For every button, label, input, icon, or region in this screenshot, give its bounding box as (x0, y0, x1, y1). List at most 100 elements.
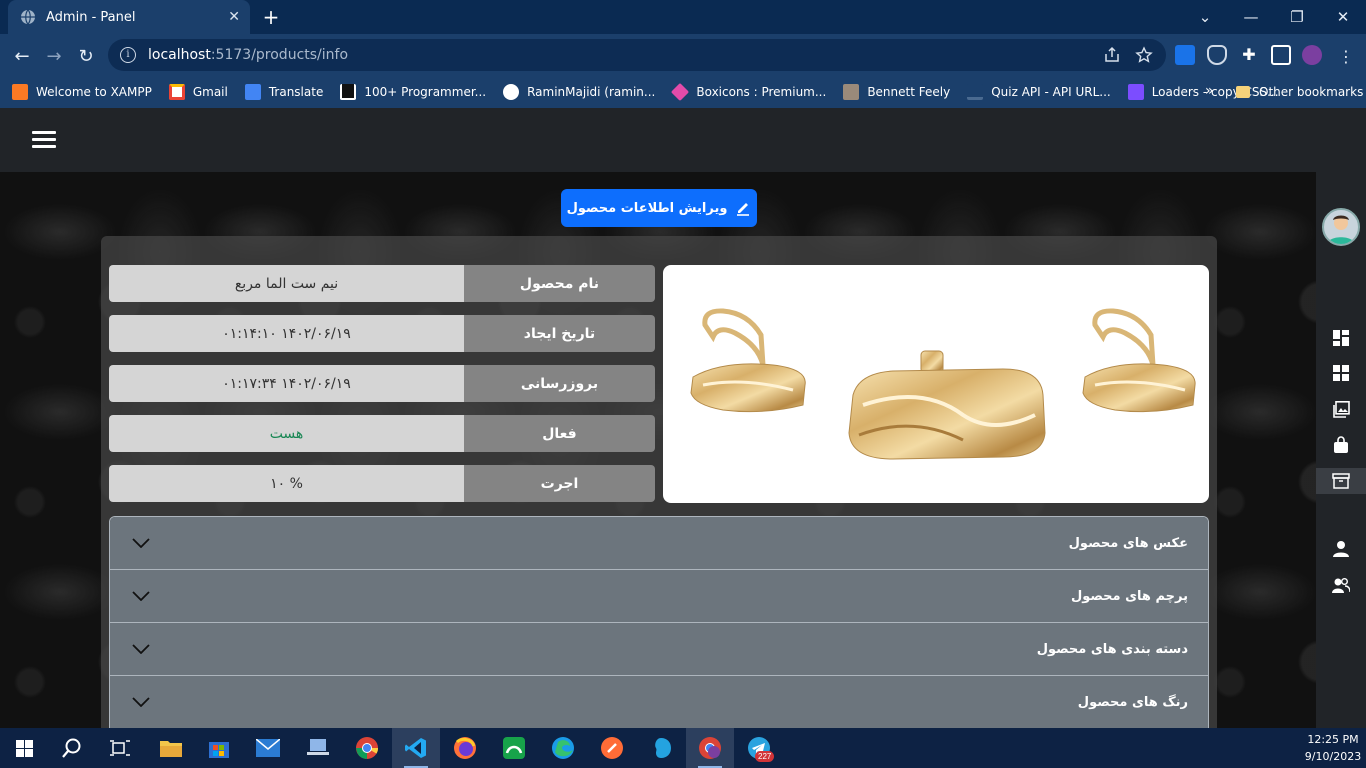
accordion-item-categories[interactable]: دسته بندی های محصول (110, 623, 1208, 676)
hamburger-menu-icon[interactable] (32, 131, 56, 149)
close-window-button[interactable]: ✕ (1320, 0, 1366, 34)
close-tab-icon[interactable]: ✕ (228, 9, 240, 25)
bookmark-star-icon[interactable] (1135, 46, 1153, 64)
reload-button[interactable]: ↻ (72, 42, 100, 70)
loaders-icon (1127, 84, 1144, 100)
chrome-icon[interactable] (343, 728, 391, 768)
dashboard-icon[interactable] (1316, 325, 1366, 351)
bookmark-item[interactable]: Boxicons : Premium... (671, 82, 826, 102)
windows-start-icon[interactable] (0, 728, 48, 768)
product-name-row: نیم ست الما مربع نام محصول (109, 265, 655, 302)
profile-avatar[interactable] (1302, 45, 1322, 65)
folder-icon (1236, 86, 1250, 98)
url-host: localhost (148, 47, 211, 63)
chevron-down-icon (132, 644, 150, 654)
microsoft-store-icon[interactable] (195, 728, 243, 768)
extensions-puzzle-icon[interactable]: ✚ (1239, 45, 1259, 65)
bookmark-item[interactable]: Welcome to XAMPP (12, 84, 152, 100)
user-icon[interactable] (1316, 535, 1366, 561)
updated-date-row: ۱۴۰۲/۰۶/۱۹ ۰۱:۱۷:۳۴ بروزرسانی (109, 365, 655, 402)
accordion-item-flags[interactable]: پرچم های محصول (110, 570, 1208, 623)
connect-device-icon[interactable] (294, 728, 342, 768)
products-archive-icon[interactable] (1316, 468, 1366, 494)
translate-icon (244, 84, 261, 100)
updated-date-label: بروزرسانی (464, 365, 655, 402)
tab-search-icon[interactable]: ⌄ (1182, 0, 1228, 34)
telegram-unread-badge: 227 (755, 751, 775, 762)
chevron-down-icon (132, 591, 150, 601)
active-status-value: هست (109, 415, 464, 452)
bookmark-item[interactable]: Translate (244, 84, 323, 100)
shield-extension-icon[interactable] (1207, 45, 1227, 65)
quizapi-icon (967, 84, 984, 100)
site-info-icon[interactable]: i (120, 47, 136, 63)
wage-row: % ۱۰ اجرت (109, 465, 655, 502)
product-name-value: نیم ست الما مربع (109, 265, 464, 302)
avatar-person-icon (1327, 215, 1355, 244)
url-path: :5173/products/info (210, 47, 349, 63)
active-status-label: فعال (464, 415, 655, 452)
mail-icon[interactable] (244, 728, 292, 768)
images-gallery-icon[interactable] (1316, 396, 1366, 422)
product-accordion: عکس های محصول پرچم های محصول دسته بندی ه… (109, 516, 1209, 728)
users-group-icon[interactable] (1316, 572, 1366, 598)
system-clock[interactable]: 12:25 PM 9/10/2023 (1300, 729, 1366, 767)
chevron-down-icon (132, 538, 150, 548)
pencil-edit-icon (737, 203, 750, 216)
chrome-menu-icon[interactable]: ⋮ (1332, 42, 1360, 70)
created-date-row: ۱۴۰۲/۰۶/۱۹ ۰۱:۱۴:۱۰ تاریخ ایجاد (109, 315, 655, 352)
shopping-bag-icon[interactable] (1316, 432, 1366, 458)
clock-time: 12:25 PM (1307, 733, 1359, 746)
user-avatar[interactable] (1322, 208, 1360, 246)
tab-title: Admin - Panel (46, 9, 136, 25)
forward-button[interactable]: → (40, 42, 68, 70)
programmer-icon (340, 84, 357, 100)
url-input[interactable]: i localhost:5173/products/info (108, 39, 1166, 71)
gitkraken-icon[interactable] (490, 728, 538, 768)
firefox-icon[interactable] (441, 728, 489, 768)
browser-tab-strip: Admin - Panel ✕ + ⌄ — ❐ ✕ (0, 0, 1366, 34)
minimize-button[interactable]: — (1228, 0, 1274, 34)
share-icon[interactable] (1103, 46, 1121, 64)
task-view-icon[interactable] (96, 728, 144, 768)
accordion-item-photos[interactable]: عکس های محصول (110, 517, 1208, 570)
new-tab-button[interactable]: + (258, 4, 284, 30)
gold-jewelry-set-image (690, 308, 1196, 460)
back-button[interactable]: ← (8, 42, 36, 70)
edit-product-button[interactable]: ویرایش اطلاعات محصول (561, 189, 757, 227)
bookmark-item[interactable]: 100+ Programmer... (340, 84, 486, 100)
file-explorer-icon[interactable] (147, 728, 195, 768)
address-toolbar: ← → ↻ i localhost:5173/products/info ✚ ⋮ (0, 34, 1366, 76)
translate-extension-icon[interactable] (1175, 45, 1195, 65)
chrome-active-icon[interactable] (686, 728, 734, 768)
vscode-icon[interactable] (392, 728, 440, 768)
bookmarks-bar: Welcome to XAMPP Gmail Translate 100+ Pr… (0, 76, 1366, 108)
telegram-icon[interactable]: 227 (735, 728, 783, 768)
side-panel-icon[interactable] (1271, 45, 1291, 65)
active-status-row: هست فعال (109, 415, 655, 452)
restore-button[interactable]: ❐ (1274, 0, 1320, 34)
categories-grid-icon[interactable] (1316, 360, 1366, 386)
updated-date-value: ۱۴۰۲/۰۶/۱۹ ۰۱:۱۷:۳۴ (109, 365, 464, 402)
bookmark-item[interactable]: Gmail (168, 84, 228, 100)
product-image (663, 265, 1209, 503)
windows-taskbar: 227 (0, 728, 1366, 768)
chevron-down-icon (132, 697, 150, 707)
xampp-control-icon[interactable] (637, 728, 685, 768)
xampp-icon (12, 84, 28, 100)
postman-icon[interactable] (588, 728, 636, 768)
bookmark-item[interactable]: RaminMajidi (ramin... (503, 84, 655, 100)
wage-label: اجرت (464, 465, 655, 502)
product-name-label: نام محصول (464, 265, 655, 302)
gmail-icon (168, 84, 185, 100)
search-icon[interactable] (48, 728, 96, 768)
wage-value: % ۱۰ (109, 465, 464, 502)
more-bookmarks-chevron-icon[interactable]: » (1205, 83, 1214, 99)
bennett-icon (843, 84, 860, 100)
accordion-item-colors[interactable]: رنگ های محصول (110, 676, 1208, 728)
other-bookmarks[interactable]: Other bookmarks (1236, 76, 1363, 108)
bookmark-item[interactable]: Bennett Feely (843, 84, 950, 100)
browser-tab[interactable]: Admin - Panel ✕ (8, 0, 250, 34)
bookmark-item[interactable]: Quiz API - API URL... (967, 84, 1111, 100)
edge-icon[interactable] (539, 728, 587, 768)
